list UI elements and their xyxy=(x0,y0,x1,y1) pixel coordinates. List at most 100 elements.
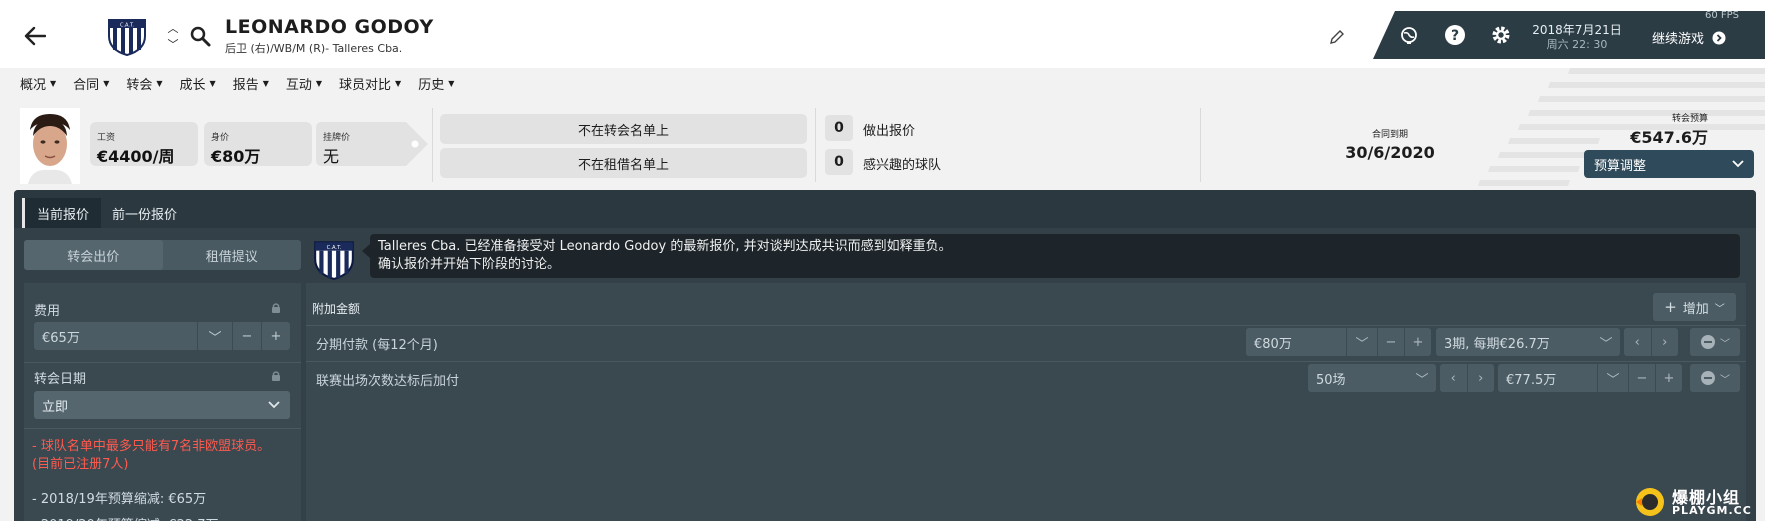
menu-overview[interactable]: 概况 ▼ xyxy=(20,74,57,93)
chevron-down-icon: ▼ xyxy=(209,78,216,88)
asking-price-card[interactable]: 挂牌价 无 xyxy=(316,122,428,166)
bids-label[interactable]: 做出报价 xyxy=(863,120,915,139)
divider xyxy=(24,428,301,429)
remove-appearance-bonus-button[interactable]: ﹀ xyxy=(1690,364,1740,392)
fps-counter: 60 FPS xyxy=(1705,10,1740,21)
plus-icon: + xyxy=(1664,298,1677,316)
menu-development[interactable]: 成长 ▼ xyxy=(180,74,216,93)
menu-contract[interactable]: 合同 ▼ xyxy=(73,74,110,93)
club-crest-icon: C.A.T. xyxy=(314,241,354,280)
instalments-amount-input[interactable]: €80万 ﹀ − + xyxy=(1246,328,1431,356)
continue-game-button[interactable]: 继续游戏 xyxy=(1652,28,1726,47)
add-ons-title: 附加金额 xyxy=(312,302,361,316)
budget-adjust-dropdown[interactable]: 预算调整 xyxy=(1584,150,1754,178)
help-icon[interactable]: ? xyxy=(1443,23,1467,47)
fee-label: 费用 xyxy=(34,304,61,319)
svg-text:?: ? xyxy=(1451,28,1459,44)
gear-icon[interactable] xyxy=(1489,23,1513,47)
loan-list-status-button[interactable]: 不在租借名单上 xyxy=(440,148,807,178)
appearances-select[interactable]: 50场 ﹀ xyxy=(1308,364,1436,392)
chevron-down-icon: ▼ xyxy=(103,78,110,88)
chevron-down-icon: ﹀ xyxy=(1720,374,1730,386)
chevron-down-icon[interactable]: ﹀ xyxy=(1597,364,1628,392)
value-card: 身价 €80万 xyxy=(204,122,312,166)
chevron-down-icon[interactable]: ﹀ xyxy=(1346,328,1377,356)
add-clause-label: 增加 xyxy=(1682,301,1709,317)
chevron-down-icon[interactable]: ﹀ xyxy=(1592,328,1620,356)
menu-history[interactable]: 历史 ▼ xyxy=(418,74,454,93)
chevron-right-icon[interactable]: › xyxy=(1466,364,1495,392)
divider xyxy=(306,361,1746,362)
asking-price-label: 挂牌价 xyxy=(323,133,351,143)
instalments-amount-value: €80万 xyxy=(1254,336,1292,352)
chevron-right-icon[interactable]: › xyxy=(1650,328,1679,356)
chevron-left-icon[interactable]: ‹ xyxy=(1624,328,1651,356)
menu-label: 报告 xyxy=(232,77,259,93)
watermark-en: PLAYGM.CC xyxy=(1672,504,1752,517)
plus-icon[interactable]: + xyxy=(1404,328,1431,356)
menu-compare[interactable]: 球员对比 ▼ xyxy=(339,74,401,93)
pencil-icon[interactable] xyxy=(1328,28,1346,46)
transfer-date-label: 转会日期 xyxy=(34,372,87,387)
menu-label: 球员对比 xyxy=(339,77,392,93)
transfer-budget-value: €547.6万 xyxy=(1630,128,1708,147)
chevron-down-icon: ▼ xyxy=(156,78,163,88)
menu-interaction[interactable]: 互动 ▼ xyxy=(286,74,323,93)
chevron-down-icon[interactable]: ﹀ xyxy=(1408,364,1436,392)
lock-icon[interactable] xyxy=(270,302,282,314)
appearance-bonus-amount-input[interactable]: €77.5万 ﹀ − + xyxy=(1498,364,1682,392)
menu-reports[interactable]: 报告 ▼ xyxy=(232,74,269,93)
instalments-label: 分期付款 (每12个月) xyxy=(316,338,438,353)
chevron-down-icon[interactable]: ﹀ xyxy=(197,322,232,350)
appearances-stepper[interactable]: ‹ › xyxy=(1440,364,1494,392)
chevron-down-icon: ▼ xyxy=(262,78,269,88)
chevron-down-icon: ﹀ xyxy=(1720,338,1730,350)
loan-offer-option[interactable]: 租借提议 xyxy=(163,240,302,270)
player-name: LEONARDO GODOY xyxy=(225,16,434,38)
instalments-plan-select[interactable]: 3期, 每期€26.7万 ﹀ xyxy=(1436,328,1620,356)
add-clause-button[interactable]: + 增加 ﹀ xyxy=(1653,293,1736,321)
tab-current-offer[interactable]: 当前报价 xyxy=(22,198,102,228)
continue-label: 继续游戏 xyxy=(1652,32,1705,47)
minus-icon[interactable]: − xyxy=(1377,328,1404,356)
contract-expiry-label: 合同到期 xyxy=(1371,130,1408,140)
minus-icon[interactable]: − xyxy=(232,322,261,350)
tab-previous-offer[interactable]: 前一份报价 xyxy=(100,198,189,228)
lock-icon[interactable] xyxy=(270,370,282,382)
budget-reduction-note: - 2018/19年预算缩减: €65万 xyxy=(32,492,207,507)
offer-type-toggle: 转会出价 租借提议 xyxy=(24,240,301,270)
minus-icon[interactable]: − xyxy=(1628,364,1655,392)
divider xyxy=(24,362,301,363)
plus-icon[interactable]: + xyxy=(1655,364,1682,392)
menu-transfer[interactable]: 转会 ▼ xyxy=(126,74,163,93)
player-switcher[interactable]: ︿ ﹀ xyxy=(164,20,182,52)
chevron-down-icon xyxy=(1732,160,1744,168)
transfer-date-select[interactable]: 立即 xyxy=(34,391,290,419)
non-eu-warning: - 球队名单中最多只能有7名非欧盟球员。 (目前已注册7人) xyxy=(32,439,271,472)
appearance-bonus-amount-value: €77.5万 xyxy=(1506,372,1557,388)
divider xyxy=(1200,108,1201,182)
search-icon[interactable] xyxy=(188,24,212,48)
fee-input[interactable]: €65万 ﹀ − + xyxy=(34,322,290,350)
chevron-down-icon: ▼ xyxy=(50,78,57,88)
transfer-budget-label: 转会预算 xyxy=(1671,114,1708,124)
interested-label[interactable]: 感兴趣的球队 xyxy=(863,154,941,173)
watermark-logo-icon xyxy=(1636,488,1664,516)
site-watermark: 爆棚小组 PLAYGM.CC xyxy=(1632,482,1762,520)
back-button[interactable] xyxy=(18,22,52,50)
chevron-up-icon[interactable]: ︿ xyxy=(168,20,179,36)
menu-label: 合同 xyxy=(73,77,100,93)
transfer-list-status-button[interactable]: 不在转会名单上 xyxy=(440,114,807,144)
remove-instalments-button[interactable]: ﹀ xyxy=(1690,328,1740,356)
plus-icon[interactable]: + xyxy=(261,322,290,350)
instalments-stepper[interactable]: ‹ › xyxy=(1624,328,1678,356)
contract-expiry-value: 30/6/2020 xyxy=(1345,143,1435,162)
svg-text:C.A.T.: C.A.T. xyxy=(120,23,134,29)
chevron-down-icon: ▼ xyxy=(315,78,323,88)
message-line-2: 确认报价并开始下阶段的讨论。 xyxy=(378,257,561,272)
chevron-left-icon[interactable]: ‹ xyxy=(1440,364,1467,392)
transfer-offer-option[interactable]: 转会出价 xyxy=(24,240,163,270)
globe-icon[interactable] xyxy=(1397,23,1421,47)
chevron-down-icon[interactable]: ﹀ xyxy=(168,36,179,52)
budget-reduction-note-2: - 2019/20年预算缩减: €22.7万 xyxy=(32,514,219,521)
